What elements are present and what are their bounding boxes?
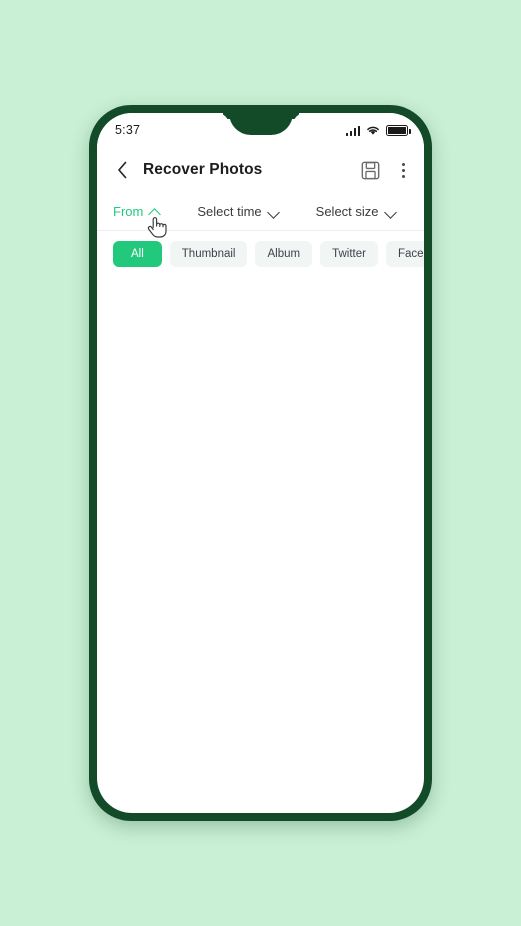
wifi-icon	[367, 126, 379, 135]
filter-select-time-label: Select time	[197, 204, 262, 219]
back-chevron-icon[interactable]	[109, 157, 135, 183]
save-floppy-icon[interactable]	[361, 161, 380, 180]
chip-all[interactable]: All	[113, 241, 162, 267]
filter-select-size-label: Select size	[315, 204, 379, 219]
chip-facebook[interactable]: Facebook	[385, 241, 424, 267]
app-bar-actions	[361, 160, 410, 180]
chevron-down-icon	[269, 208, 280, 215]
app-bar: Recover Photos	[97, 147, 424, 193]
page-title: Recover Photos	[143, 161, 263, 178]
filter-from[interactable]: From	[113, 204, 161, 219]
battery-full-icon	[386, 124, 411, 136]
screenshot-stage: 5:37 Recover Photos From Select time Sel…	[0, 0, 521, 926]
phone-frame: 5:37 Recover Photos From Select time Sel…	[89, 105, 432, 821]
status-icons	[345, 124, 411, 136]
chip-twitter[interactable]: Twitter	[320, 241, 378, 267]
chip-thumbnail[interactable]: Thumbnail	[169, 241, 248, 267]
filter-select-time[interactable]: Select time	[197, 204, 279, 219]
chevron-down-icon	[386, 208, 397, 215]
filter-bar: From Select time Select size	[97, 193, 424, 238]
chevron-up-icon	[150, 208, 161, 215]
cellular-signal-icon	[345, 125, 360, 136]
status-time: 5:37	[115, 123, 141, 137]
overflow-menu-icon[interactable]	[396, 160, 410, 180]
chip-album[interactable]: Album	[255, 241, 313, 267]
source-chip-row: All Thumbnail Album Twitter Facebook	[97, 231, 424, 278]
filter-from-label: From	[113, 204, 144, 219]
filter-select-size[interactable]: Select size	[316, 204, 397, 219]
phone-screen: 5:37 Recover Photos From Select time Sel…	[97, 113, 424, 813]
